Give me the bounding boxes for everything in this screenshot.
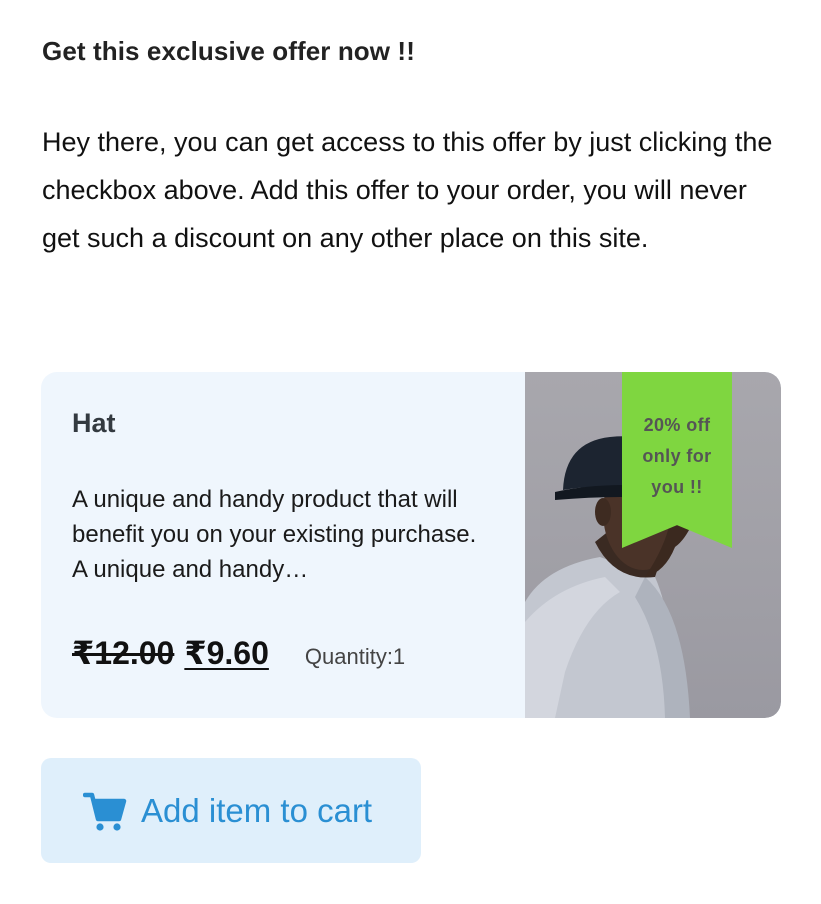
offer-heading: Get this exclusive offer now !! (42, 36, 415, 66)
discount-ribbon: 20% off only for you !! (622, 372, 732, 548)
original-price: ₹12.00 (72, 635, 175, 671)
discount-ribbon-text: 20% off only for you !! (642, 415, 712, 497)
add-to-cart-button[interactable]: Add item to cart (41, 758, 421, 863)
product-card: Hat A unique and handy product that will… (41, 372, 781, 718)
add-to-cart-label: Add item to cart (141, 791, 373, 829)
offer-description: Hey there, you can get access to this of… (42, 127, 773, 253)
quantity-label: Quantity:1 (304, 644, 406, 669)
cart-icon (82, 789, 127, 833)
product-description: A unique and handy product that will ben… (72, 486, 477, 583)
product-title: Hat (72, 408, 116, 438)
price-row: ₹12.00 ₹9.60 Quantity:1 (72, 634, 405, 672)
product-image: 20% off only for you !! (525, 372, 781, 718)
product-info: Hat A unique and handy product that will… (72, 372, 522, 718)
discounted-price: ₹9.60 (184, 635, 269, 671)
